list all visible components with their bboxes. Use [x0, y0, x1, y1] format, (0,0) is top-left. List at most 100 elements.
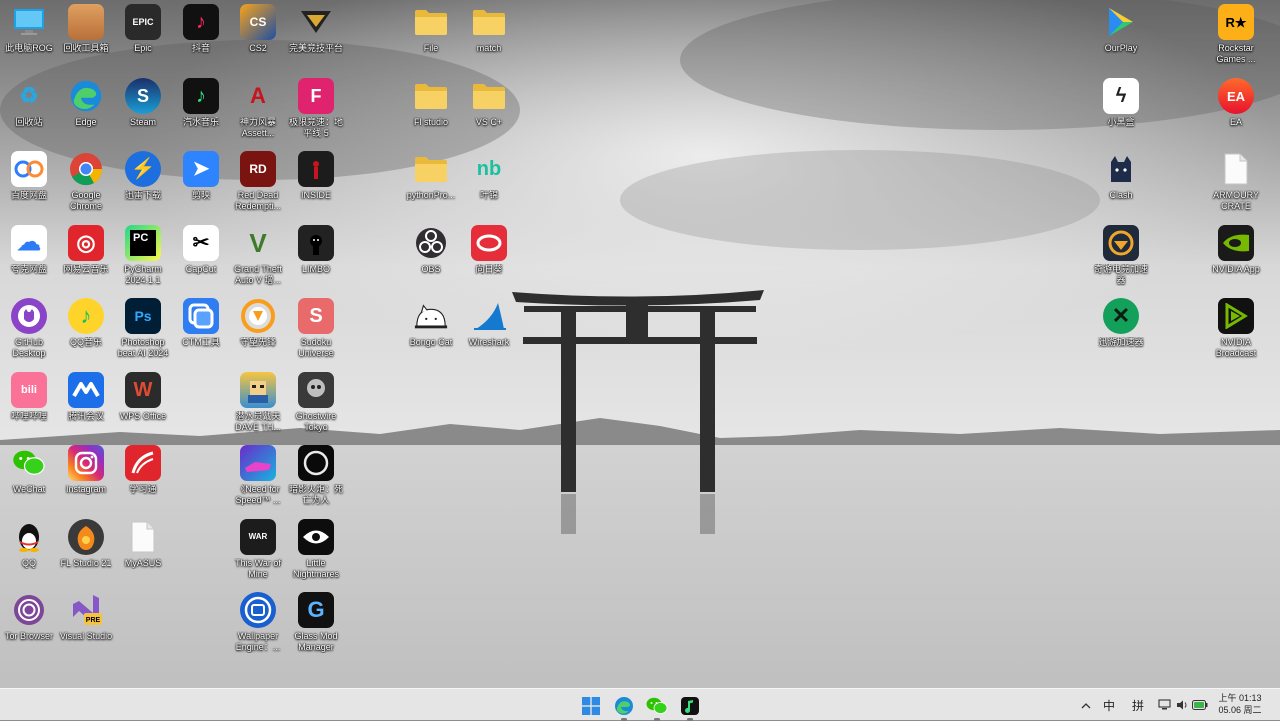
desktop-icon-label: OBS: [421, 264, 441, 274]
desktop-icon-label: 此电脑ROG: [5, 43, 53, 53]
desktop-icon[interactable]: S Steam: [114, 74, 172, 146]
ime-mode-indicator[interactable]: 拼: [1129, 696, 1147, 714]
desktop-icon[interactable]: ϟ 小黑盒: [1092, 74, 1150, 146]
desktop-icon[interactable]: ✂ CapCut: [172, 221, 230, 293]
desktop-icon[interactable]: PRE Visual Studio: [57, 588, 115, 660]
desktop-icon[interactable]: 百度网盘: [0, 147, 58, 219]
desktop-icon[interactable]: ARMOURY CRATE: [1207, 147, 1265, 219]
desktop-icon[interactable]: Wireshark: [460, 294, 518, 366]
desktop-icon[interactable]: 完美竞技平台: [287, 0, 345, 72]
desktop-icon[interactable]: 奇游电竞加速器: [1092, 221, 1150, 293]
desktop-icon[interactable]: QQ: [0, 515, 58, 587]
quick-settings[interactable]: [1158, 696, 1208, 714]
desktop-icon[interactable]: RD Red Dead Redempti...: [229, 147, 287, 219]
desktop-icon-label: CS2: [249, 43, 267, 53]
desktop-icon[interactable]: R★ Rockstar Games ...: [1207, 0, 1265, 72]
quark-cloud-icon: ☁: [11, 225, 47, 261]
desktop-icon[interactable]: 向日葵: [460, 221, 518, 293]
desktop-icon[interactable]: Fl studio: [402, 74, 460, 146]
desktop-icon[interactable]: A 神力风暴 Assett...: [229, 74, 287, 146]
desktop-icon[interactable]: ◎ 网易云音乐: [57, 221, 115, 293]
desktop-icon[interactable]: S Sudoku Universe: [287, 294, 345, 366]
desktop-icon[interactable]: G Glass Mod Manager: [287, 588, 345, 660]
taskbar-edge[interactable]: [611, 693, 637, 721]
desktop-icon[interactable]: V Grand Theft Auto V 增...: [229, 221, 287, 293]
taskbar-wechat[interactable]: [644, 693, 670, 721]
desktop-icon[interactable]: 《Need for Speed™ ...: [229, 441, 287, 513]
desktop-icon[interactable]: OurPlay: [1092, 0, 1150, 72]
desktop-icon[interactable]: NVIDIA Broadcast: [1207, 294, 1265, 366]
desktop-icon[interactable]: 此电脑ROG: [0, 0, 58, 72]
folder-icon: [471, 4, 507, 40]
tor-browser-icon: [11, 592, 47, 628]
limbo-icon: [298, 225, 334, 261]
desktop-icon[interactable]: ♻ 回收站: [0, 74, 58, 146]
desktop-icon[interactable]: NVIDIA App: [1207, 221, 1265, 293]
desktop-icon[interactable]: LIMBO: [287, 221, 345, 293]
desktop-icon[interactable]: MyASUS: [114, 515, 172, 587]
desktop-icon[interactable]: ☁ 夸克网盘: [0, 221, 58, 293]
start-button[interactable]: [578, 693, 604, 719]
desktop-icon[interactable]: Wallpaper Engine：...: [229, 588, 287, 660]
folder-icon: [413, 4, 449, 40]
desktop-icon[interactable]: WeChat: [0, 441, 58, 513]
desktop-icon[interactable]: ✕ 迅游加速器: [1092, 294, 1150, 366]
desktop-icon[interactable]: Bongo Cat: [402, 294, 460, 366]
system-clock[interactable]: 上午 01:13 05.06 周二: [1216, 692, 1264, 716]
desktop-icon[interactable]: nb 叶锦: [460, 147, 518, 219]
desktop-icon[interactable]: GitHub Desktop: [0, 294, 58, 366]
desktop-icon-label: 剪映: [191, 190, 210, 200]
desktop-icon[interactable]: W WPS Office: [114, 368, 172, 440]
desktop-icon-label: 奇游电竞加速器: [1093, 264, 1148, 285]
desktop-icon[interactable]: CTM工具: [172, 294, 230, 366]
desktop-icon[interactable]: EA EA: [1207, 74, 1265, 146]
desktop-icon[interactable]: bili 哔哩哔哩: [0, 368, 58, 440]
desktop-icon[interactable]: Edge: [57, 74, 115, 146]
desktop-icon-label: WPS Office: [119, 411, 167, 421]
desktop-icon[interactable]: INSIDE: [287, 147, 345, 219]
desktop-icon-label: LIMBO: [301, 264, 330, 274]
desktop-icon[interactable]: OBS: [402, 221, 460, 293]
desktop-icon[interactable]: 腾讯会议: [57, 368, 115, 440]
desktop-icon[interactable]: Little Nightmares: [287, 515, 345, 587]
desktop-icon-label: 守望先锋: [239, 337, 276, 347]
desktop-icon-label: WeChat: [12, 484, 46, 494]
desktop-icon[interactable]: WAR This War of Mine: [229, 515, 287, 587]
wallpaper-engine-icon: [240, 592, 276, 628]
desktop-icon[interactable]: 暗影火炬：死亡为人: [287, 441, 345, 513]
taskbar-qishui[interactable]: [677, 693, 703, 721]
desktop-icon-label: Bongo Cat: [409, 337, 453, 347]
desktop-icon[interactable]: match: [460, 0, 518, 72]
desktop-icon[interactable]: ⚡ 迅雷下载: [114, 147, 172, 219]
desktop-icon[interactable]: CS CS2: [229, 0, 287, 72]
desktop-icon[interactable]: 学习通: [114, 441, 172, 513]
desktop-icon-label: PyCharm 2024.1.1: [124, 264, 162, 285]
desktop-icon[interactable]: FL Studio 21: [57, 515, 115, 587]
desktop-icon[interactable]: Google Chrome: [57, 147, 115, 219]
desktop-icon[interactable]: File: [402, 0, 460, 72]
desktop-icon[interactable]: Tor Browser: [0, 588, 58, 660]
desktop-icon[interactable]: ♪ 抖音: [172, 0, 230, 72]
desktop-icon[interactable]: Ghostwire Tokyo: [287, 368, 345, 440]
desktop-icon[interactable]: ♪ 汽水音乐: [172, 74, 230, 146]
desktop-icon[interactable]: ➤ 剪映: [172, 147, 230, 219]
desktop-icon[interactable]: 守望先锋: [229, 294, 287, 366]
tray-overflow-chevron[interactable]: [1078, 696, 1094, 714]
ime-language-indicator[interactable]: 中: [1100, 696, 1118, 714]
desktop-icon-label: 神力风暴 Assett...: [239, 117, 276, 138]
desktop-icon[interactable]: 潜水员戴夫 DAVE TH...: [229, 368, 287, 440]
desktop-icon[interactable]: ♪ QQ音乐: [57, 294, 115, 366]
desktop-icon[interactable]: Ps Photoshop beat AI 2024: [114, 294, 172, 366]
desktop-icon[interactable]: F 极限竞速：地平线 5: [287, 74, 345, 146]
desktop-icon[interactable]: Clash: [1092, 147, 1150, 219]
desktop-icon[interactable]: pythonPro...: [402, 147, 460, 219]
desktop-icon[interactable]: PC PyCharm 2024.1.1: [114, 221, 172, 293]
desktop-icon[interactable]: VS C+: [460, 74, 518, 146]
desktop-icon-label: 汽水音乐: [182, 117, 219, 127]
desktop-icon-grid: 此电脑ROG 回收工具箱 EPIC Epic ♪ 抖音 CS CS2 完美竞技平台 File mat…: [0, 0, 1280, 688]
obs-icon: [413, 225, 449, 261]
desktop-icon[interactable]: EPIC Epic: [114, 0, 172, 72]
desktop-icon-label: Edge: [75, 117, 97, 127]
desktop-icon[interactable]: 回收工具箱: [57, 0, 115, 72]
desktop-icon[interactable]: Instagram: [57, 441, 115, 513]
